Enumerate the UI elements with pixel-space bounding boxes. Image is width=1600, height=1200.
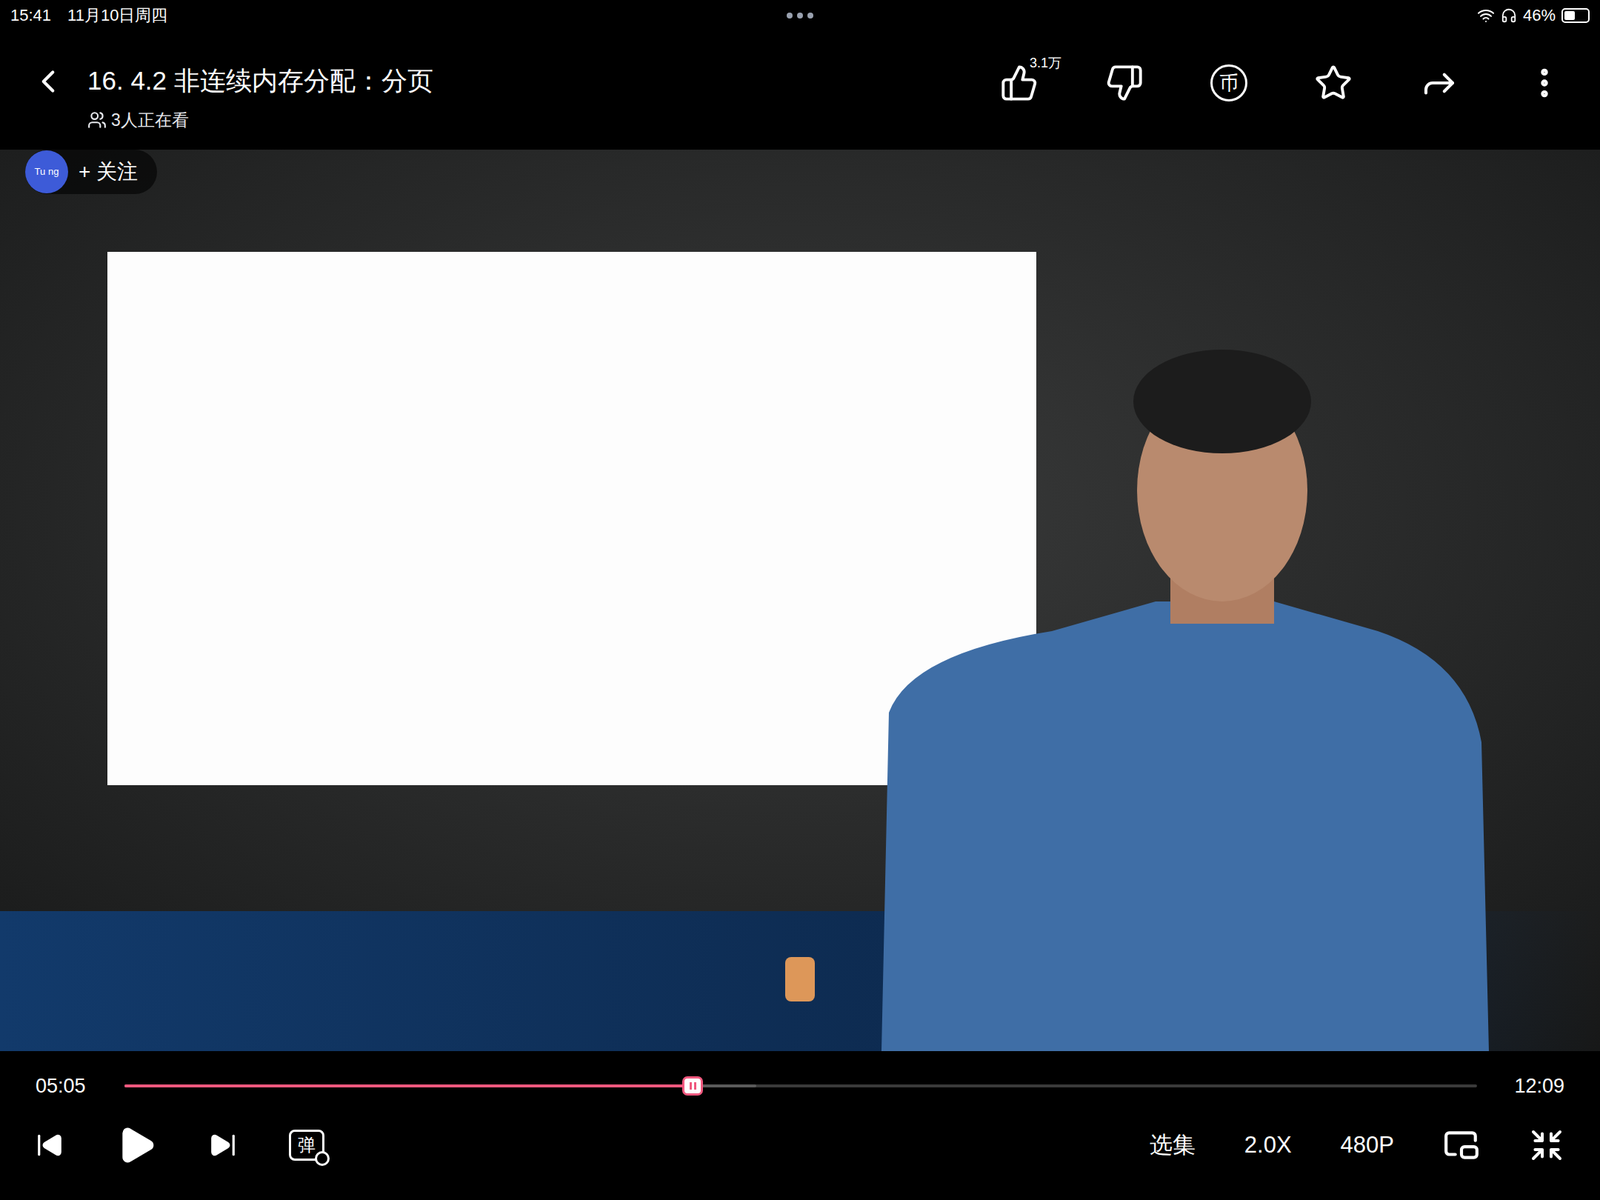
status-bar: 15:41 11月10日周四 46%	[0, 0, 1600, 31]
follow-pill: Tu ng + 关注	[25, 149, 158, 195]
multitask-dots[interactable]	[786, 12, 814, 19]
uploader-avatar[interactable]: Tu ng	[25, 150, 69, 194]
title-bar: 16. 4.2 非连续内存分配：分页3人正在看3.1万币	[0, 30, 1600, 150]
duration: 12:09	[1514, 1071, 1565, 1102]
app: 15:41 11月10日周四 46% 16. 4.2 非连续内存分配：分页 3人正在看 3…	[0, 0, 1600, 1200]
danmaku-icon[interactable]: 弹	[288, 1129, 325, 1161]
viewers-icon	[87, 110, 107, 130]
player-option-button[interactable]: 2.0X	[1244, 1128, 1292, 1163]
next-icon[interactable]	[208, 1131, 238, 1160]
battery-percent: 46%	[1522, 2, 1556, 28]
follow-button[interactable]: + 关注	[78, 156, 138, 188]
like-count: 3.1万	[1029, 53, 1062, 74]
coin-icon[interactable]: 币	[1210, 64, 1248, 102]
pip-icon[interactable]	[1442, 1126, 1480, 1164]
star-icon[interactable]	[1314, 63, 1353, 103]
progress-thumb[interactable]	[682, 1076, 703, 1096]
headphones-icon	[1500, 7, 1518, 24]
share-icon[interactable]	[1419, 62, 1460, 103]
progress-track[interactable]	[124, 1084, 1478, 1088]
current-time: 05:05	[35, 1071, 88, 1102]
progress-fill	[124, 1084, 693, 1088]
like-button[interactable]: 3.1万	[1000, 63, 1039, 103]
player-option-button[interactable]: 480P	[1340, 1128, 1395, 1163]
previous-icon[interactable]	[35, 1131, 64, 1160]
wifi-icon	[1477, 6, 1495, 25]
back-icon[interactable]	[29, 62, 67, 100]
video-area[interactable]: Tu ng + 关注	[0, 149, 1600, 1052]
battery-icon	[1561, 8, 1590, 23]
exit-fullscreen-icon[interactable]	[1528, 1127, 1565, 1163]
play-icon[interactable]	[115, 1124, 158, 1166]
video-title: 16. 4.2 非连续内存分配：分页	[87, 60, 1000, 102]
more-icon[interactable]	[1525, 64, 1563, 102]
thumbs-down-icon[interactable]	[1105, 63, 1144, 103]
player-controls: 05:05 12:09 弹 选集 2.0X 480P	[0, 1051, 1600, 1200]
video-frame[interactable]	[0, 149, 1600, 1052]
status-date: 11月10日周四	[67, 2, 168, 28]
status-time: 15:41	[10, 2, 52, 28]
player-option-button[interactable]: 选集	[1149, 1128, 1196, 1163]
viewers-count: 3人正在看	[111, 107, 189, 134]
